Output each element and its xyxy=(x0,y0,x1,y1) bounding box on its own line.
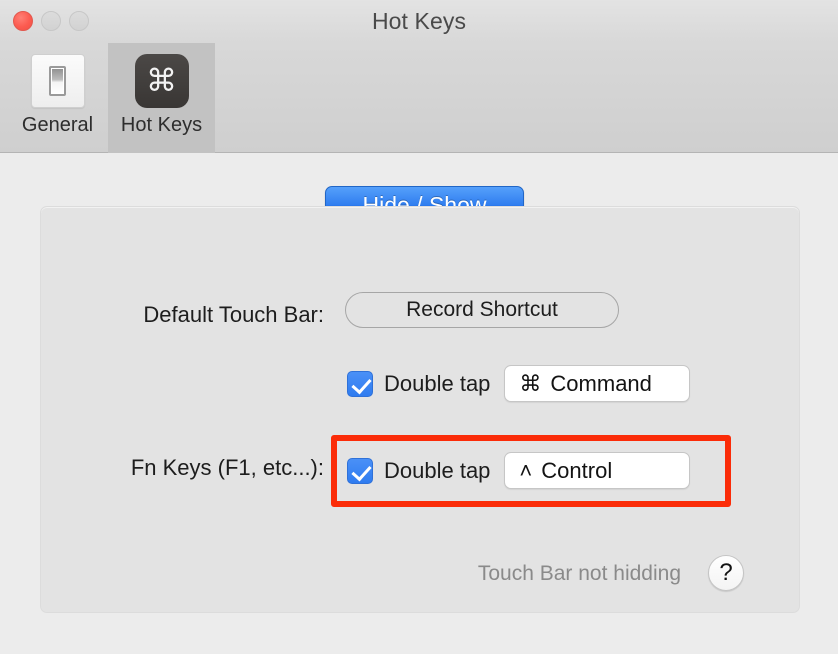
double-tap-control-checkbox[interactable] xyxy=(347,457,373,484)
command-key-icon: ⌘ xyxy=(134,54,189,108)
double-tap-command-checkbox[interactable] xyxy=(347,370,373,397)
modifier-select-control-value: Control xyxy=(541,457,613,483)
double-tap-control-label: Double tap xyxy=(384,457,491,483)
command-glyph-icon: ⌘ xyxy=(519,370,542,396)
light-switch-rocker xyxy=(49,66,66,96)
help-button[interactable]: ? xyxy=(708,555,744,591)
modifier-select-command-value: Command xyxy=(550,370,652,396)
light-switch-icon xyxy=(30,54,85,108)
fn-keys-double-tap-row: Double tap ˄ Control xyxy=(347,452,691,489)
default-touch-bar-label: Default Touch Bar: xyxy=(143,302,324,327)
toolbar-tab-general-label: General xyxy=(21,114,94,136)
toolbar: General ⌘ Hot Keys xyxy=(0,43,838,153)
hot-keys-preferences-window: Hot Keys General ⌘ Hot Keys Hide / Show … xyxy=(0,0,838,654)
fn-keys-label: Fn Keys (F1, etc...): xyxy=(130,455,324,480)
modifier-select-command[interactable]: ⌘ Command xyxy=(504,365,691,402)
record-shortcut-button[interactable]: Record Shortcut xyxy=(345,292,619,328)
content-area: Hide / Show Default Touch Bar: Record Sh… xyxy=(0,153,838,654)
toolbar-tab-general[interactable]: General xyxy=(4,43,111,153)
default-touch-bar-double-tap-row: Double tap ⌘ Command xyxy=(347,365,691,402)
title-bar: Hot Keys xyxy=(0,0,838,43)
status-text: Touch Bar not hidding xyxy=(477,562,681,585)
toolbar-tab-hot-keys-label: Hot Keys xyxy=(120,114,203,136)
modifier-select-control[interactable]: ˄ Control xyxy=(504,452,691,489)
double-tap-command-label: Double tap xyxy=(384,370,491,396)
window-title: Hot Keys xyxy=(371,8,467,34)
toolbar-tab-hot-keys[interactable]: ⌘ Hot Keys xyxy=(108,43,215,153)
settings-panel: Default Touch Bar: Record Shortcut Doubl… xyxy=(40,206,800,613)
control-glyph-icon: ˄ xyxy=(519,457,533,483)
